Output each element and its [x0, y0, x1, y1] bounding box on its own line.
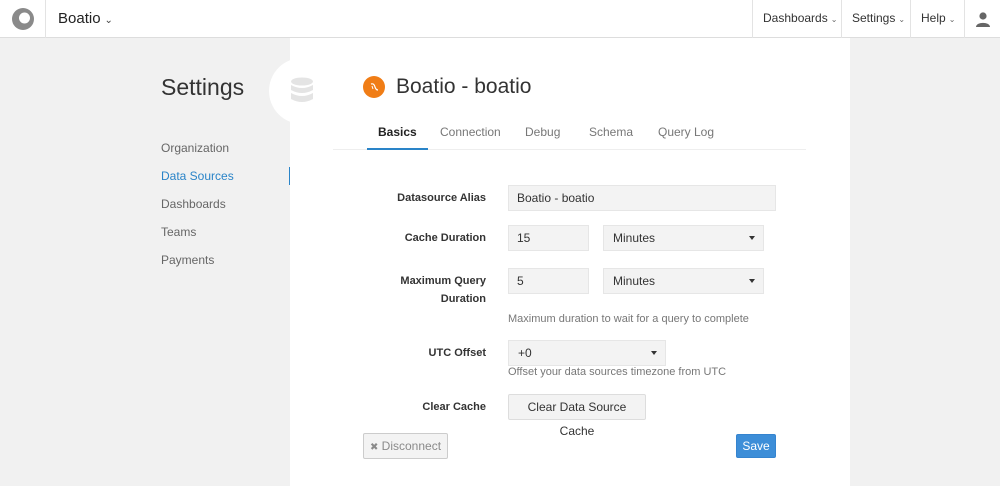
- app-logo[interactable]: [0, 0, 46, 38]
- max-query-label-line1: Maximum Query: [400, 275, 486, 287]
- datasource-title: Boatio - boatio: [396, 75, 532, 98]
- chevron-down-icon: ⌄: [104, 15, 113, 26]
- dolphin-icon: [370, 83, 379, 91]
- cache-duration-unit-select[interactable]: Minutes: [603, 225, 764, 251]
- datasource-type-icon: [363, 76, 385, 98]
- cache-duration-label: Cache Duration: [404, 232, 486, 244]
- page-title: Settings: [161, 74, 245, 100]
- tab-basics[interactable]: Basics: [367, 125, 428, 150]
- max-query-input[interactable]: 5: [508, 268, 589, 294]
- nav-settings[interactable]: Settings ⌄: [841, 0, 910, 38]
- top-navbar: Boatio ⌄ Dashboards ⌄ Settings ⌄ Help ⌄: [0, 0, 1000, 38]
- user-menu[interactable]: [964, 0, 1000, 38]
- alias-label: Datasource Alias: [397, 192, 486, 204]
- database-icon: [291, 77, 313, 102]
- utc-offset-help: Offset your data sources timezone from U…: [508, 366, 727, 378]
- datasource-tabs: Basics Connection Debug Schema Query Log: [333, 118, 806, 150]
- disconnect-button[interactable]: ✖ Disconnect: [363, 433, 448, 459]
- chevron-down-icon: ⌄: [830, 15, 838, 24]
- clear-cache-button[interactable]: Clear Data Source Cache: [508, 394, 646, 438]
- cache-duration-input[interactable]: 15: [508, 225, 589, 251]
- nav-dashboards[interactable]: Dashboards ⌄: [752, 0, 841, 38]
- caret-down-icon: [749, 236, 755, 240]
- alias-input[interactable]: Boatio - boatio: [508, 185, 776, 211]
- datasource-header: Boatio - boatio: [363, 75, 531, 99]
- org-name: Boatio: [58, 10, 101, 27]
- max-query-label-line2: Duration: [440, 293, 486, 305]
- clear-cache-label: Clear Cache: [422, 401, 486, 413]
- sidebar-item-dashboards[interactable]: Dashboards: [161, 196, 291, 224]
- chevron-down-icon: ⌄: [898, 15, 906, 24]
- sidebar-item-payments[interactable]: Payments: [161, 252, 291, 280]
- tab-connection[interactable]: Connection: [440, 125, 501, 150]
- nav-help[interactable]: Help ⌄: [910, 0, 964, 38]
- user-icon: [975, 12, 990, 27]
- sidebar-item-teams[interactable]: Teams: [161, 224, 291, 252]
- sidebar-item-data-sources[interactable]: Data Sources: [161, 167, 291, 196]
- max-query-help: Maximum duration to wait for a query to …: [508, 313, 749, 325]
- save-button[interactable]: Save: [736, 434, 776, 458]
- org-switcher[interactable]: Boatio ⌄: [58, 0, 113, 38]
- close-icon: ✖: [369, 442, 379, 453]
- database-badge: [269, 58, 335, 124]
- utc-offset-select[interactable]: +0: [508, 340, 666, 366]
- utc-offset-label: UTC Offset: [428, 347, 486, 359]
- settings-sidebar: Organization Data Sources Dashboards Tea…: [161, 140, 291, 280]
- caret-down-icon: [749, 279, 755, 283]
- tab-debug[interactable]: Debug: [525, 125, 560, 150]
- tab-schema[interactable]: Schema: [589, 125, 633, 150]
- chevron-down-icon: ⌄: [948, 15, 956, 24]
- tab-query-log[interactable]: Query Log: [658, 125, 714, 150]
- logo-icon: [11, 8, 34, 30]
- sidebar-item-organization[interactable]: Organization: [161, 140, 291, 168]
- max-query-unit-select[interactable]: Minutes: [603, 268, 764, 294]
- caret-down-icon: [651, 351, 657, 355]
